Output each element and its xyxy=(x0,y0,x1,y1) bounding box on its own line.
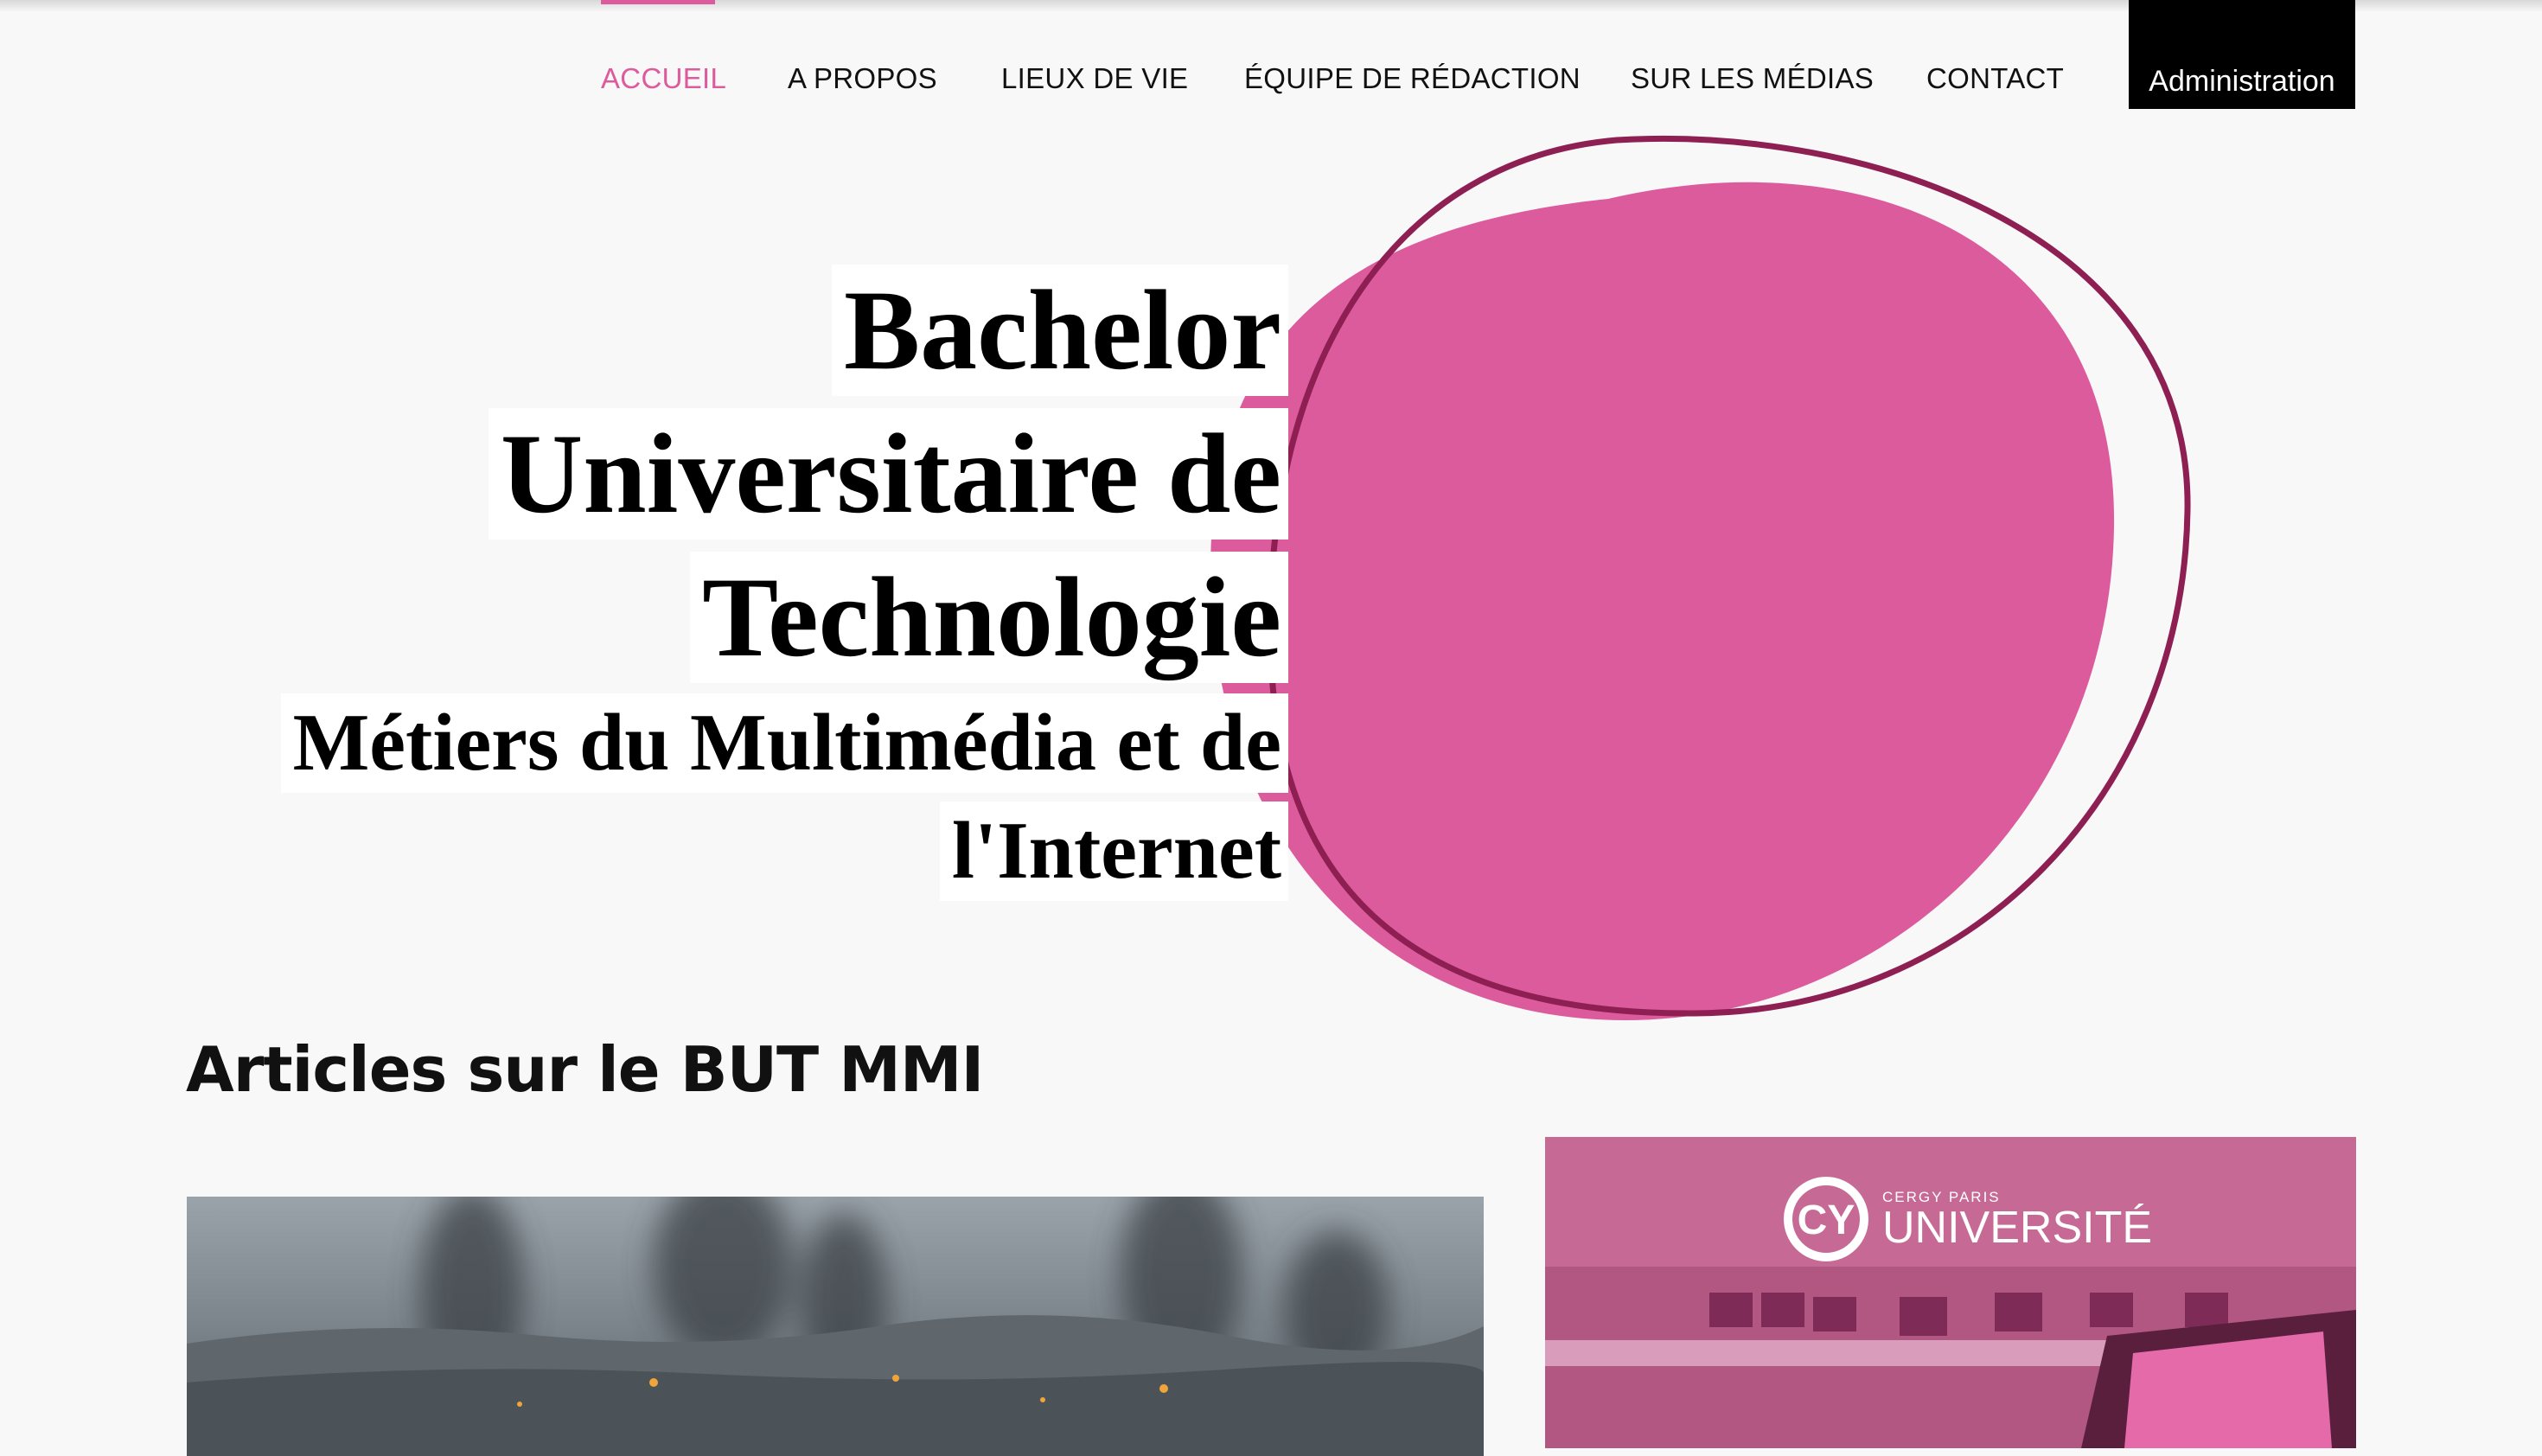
cy-logo-mark: CY xyxy=(1798,1197,1855,1243)
hero-title-line: Universitaire de xyxy=(488,408,1288,540)
active-nav-indicator xyxy=(601,0,715,4)
administration-button[interactable]: Administration xyxy=(2129,0,2355,109)
article-image xyxy=(187,1197,1484,1456)
hero-title-line: Technologie xyxy=(690,552,1288,684)
nav-item-a-propos[interactable]: A PROPOS xyxy=(788,62,937,95)
nav-item-equipe-de-redaction[interactable]: ÉQUIPE DE RÉDACTION xyxy=(1244,62,1581,95)
nav-item-accueil[interactable]: ACCUEIL xyxy=(601,62,726,95)
hero-heading: Bachelor Universitaire de Technologie Mé… xyxy=(164,259,1288,905)
article-card[interactable] xyxy=(187,1197,1484,1456)
main-navigation: ACCUEIL A PROPOS LIEUX DE VIE ÉQUIPE DE … xyxy=(0,0,2542,112)
hero-subtitle-line: l'Internet xyxy=(939,801,1288,902)
articles-heading: Articles sur le BUT MMI xyxy=(186,1033,984,1106)
nav-item-lieux-de-vie[interactable]: LIEUX DE VIE xyxy=(1001,62,1188,95)
nav-item-contact[interactable]: CONTACT xyxy=(1926,62,2064,95)
cy-logo-name: UNIVERSITÉ xyxy=(1882,1203,2153,1253)
nav-item-sur-les-medias[interactable]: SUR LES MÉDIAS xyxy=(1631,62,1874,95)
article-card[interactable]: CY CERGY PARIS UNIVERSITÉ xyxy=(1545,1137,2356,1448)
cy-university-logo: CY CERGY PARIS UNIVERSITÉ xyxy=(1779,1172,2152,1267)
hero-blob-illustration xyxy=(1210,135,2191,1020)
cy-logo-icon: CY xyxy=(1784,1177,1868,1261)
hero-title-line: Bachelor xyxy=(832,265,1288,397)
hero-subtitle-line: Métiers du Multimédia et de xyxy=(280,693,1288,794)
